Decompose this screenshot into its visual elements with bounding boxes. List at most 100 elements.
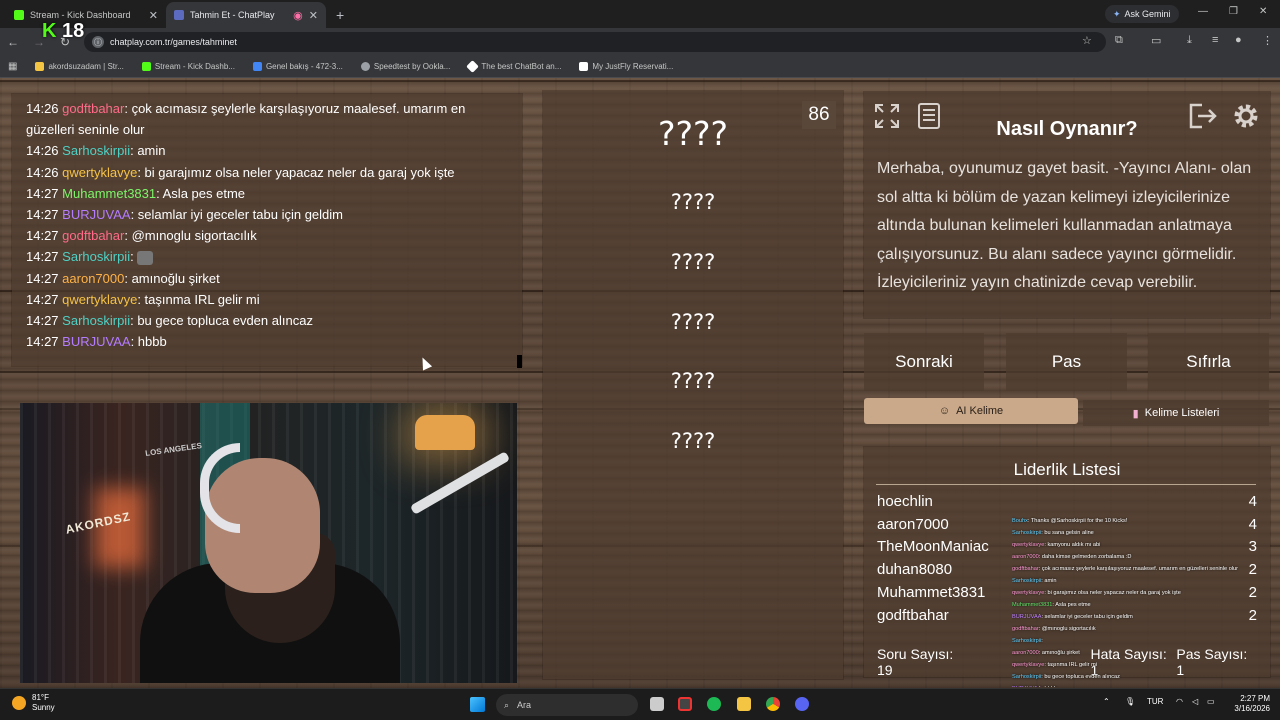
chat-scrollbar[interactable] — [517, 355, 522, 368]
weather-widget[interactable]: 81°F Sunny — [12, 693, 55, 713]
chat-username[interactable]: aaron7000 — [62, 271, 124, 286]
chat-username[interactable]: Muhammet3831 — [62, 186, 156, 201]
settings-gear-icon[interactable] — [1229, 101, 1263, 131]
chat-time: 14:27 — [26, 291, 59, 307]
bookmark-item[interactable]: My JustFly Reservati... — [579, 62, 673, 71]
tab-ai-word[interactable]: ☺ AI Kelime — [864, 398, 1078, 424]
battery-icon[interactable]: ▭ — [1207, 697, 1215, 706]
overlay-username: Sarhoskirpii — [1012, 530, 1042, 536]
search-icon: ⌕ — [504, 699, 510, 710]
logout-icon[interactable] — [1186, 101, 1220, 131]
chat-username[interactable]: BURJUVAA — [62, 207, 130, 222]
pass-button[interactable]: Pas — [1006, 333, 1127, 391]
obs-icon[interactable] — [678, 697, 692, 711]
new-tab-button[interactable]: + — [326, 2, 354, 28]
ask-gemini-label: Ask Gemini — [1124, 9, 1171, 19]
overlay-chat-line: qwertyklavye: taşınma IRL gelir mi — [1012, 659, 1242, 671]
fullscreen-icon[interactable] — [870, 101, 904, 131]
chat-message: 14:26 Sarhoskirpii: amin — [26, 140, 522, 161]
tab-word-lists[interactable]: ▮ Kelime Listeleri — [1083, 400, 1269, 426]
player-score: 3 — [1248, 538, 1257, 555]
media-icon[interactable]: ≡ — [1212, 34, 1218, 46]
chat-username[interactable]: godftbahar — [62, 101, 124, 116]
bookmark-item[interactable]: Speedtest by Ookla... — [360, 62, 450, 71]
close-icon[interactable]: ✕ — [309, 9, 318, 22]
overlay-username: Bouhx — [1012, 518, 1028, 524]
document-icon[interactable] — [912, 101, 946, 131]
file-explorer-icon[interactable] — [737, 697, 751, 711]
divider — [876, 484, 1256, 485]
bookmark-label: Stream - Kick Dashb... — [154, 62, 235, 71]
overlay-chat-line: BURJUVAA: hbbb — [1012, 683, 1242, 687]
chat-username[interactable]: godftbahar — [62, 228, 124, 243]
player-name: aaron7000 — [877, 516, 949, 533]
chat-username[interactable]: qwertyklavye — [62, 165, 137, 180]
profile-avatar[interactable]: ● — [1235, 34, 1242, 46]
chat-message: 14:27 Sarhoskirpii: — [26, 246, 522, 267]
main-word: ???? — [657, 114, 729, 153]
ask-gemini-button[interactable]: ✦ Ask Gemini — [1105, 5, 1179, 23]
overlay-chat-line: qwertyklavye: bi garajımız olsa neler ya… — [1012, 587, 1242, 599]
chat-username[interactable]: BURJUVAA — [62, 334, 130, 349]
close-window-icon[interactable]: ✕ — [1259, 6, 1267, 17]
address-bar[interactable]: ⓘ chatplay.com.tr/games/tahminet — [84, 32, 1106, 52]
clock[interactable]: 2:27 PM 3/16/2026 — [1222, 694, 1270, 714]
wifi-icon[interactable]: ◠ — [1176, 697, 1183, 706]
chat-text: : Asla pes etme — [156, 185, 246, 201]
stream-chat-overlay: Bouhx: Thanks @Sarhoskirpii for the 10 K… — [1012, 515, 1242, 687]
forbidden-word: ???? — [670, 190, 716, 214]
bookmark-item[interactable]: akordsuzadam | Str... — [35, 62, 124, 71]
player-name: duhan8080 — [877, 561, 953, 578]
chat-username[interactable]: qwertyklavye — [62, 292, 137, 307]
chat-username[interactable]: Sarhoskirpii — [62, 313, 130, 328]
overlay-chat-line: BURJUVAA: selamlar iyi geceler tabu için… — [1012, 611, 1242, 623]
menu-icon[interactable]: ⋮ — [1262, 34, 1273, 47]
robot-icon: ☺ — [938, 405, 951, 417]
overlay-username: qwertyklavye — [1012, 662, 1045, 668]
chat-username[interactable]: Sarhoskirpii — [62, 249, 130, 264]
discord-icon[interactable] — [795, 697, 809, 711]
site-info-icon[interactable]: ⓘ — [92, 36, 104, 48]
player-score: 2 — [1248, 607, 1257, 624]
chat-time: 14:26 — [26, 143, 59, 159]
tab-kick-dashboard[interactable]: Stream - Kick Dashboard ✕ — [6, 2, 166, 28]
task-view-icon[interactable] — [650, 697, 664, 711]
close-icon[interactable]: ✕ — [149, 9, 158, 22]
chrome-icon[interactable] — [766, 697, 780, 711]
bookmark-star-icon[interactable]: ☆ — [1082, 34, 1092, 47]
tab-title: Tahmin Et - ChatPlay — [190, 10, 275, 20]
microphone-icon[interactable]: 🎙 — [1125, 697, 1135, 706]
bookmark-item[interactable]: Stream - Kick Dashb... — [141, 62, 235, 71]
taskbar-search[interactable]: ⌕ Ara — [496, 694, 638, 716]
tab-chatplay[interactable]: Tahmin Et - ChatPlay ◉ ✕ — [166, 2, 326, 28]
forbidden-word: ???? — [670, 369, 716, 393]
cast-icon[interactable]: ▭ — [1151, 34, 1161, 47]
reset-button[interactable]: Sıfırla — [1148, 333, 1269, 391]
overlay-username: Sarhoskirpii — [1012, 638, 1042, 644]
overlay-chat-line: godftbahar: çok acımasız şeylerle karşıl… — [1012, 563, 1242, 575]
maximize-icon[interactable]: ❐ — [1229, 6, 1238, 17]
apps-grid-icon[interactable]: ▦ — [8, 61, 17, 72]
chevron-up-icon[interactable]: ⌃ — [1103, 697, 1110, 706]
leaderboard-title: Liderlik Listesi — [1013, 460, 1121, 479]
volume-icon[interactable]: ◁ — [1192, 697, 1198, 706]
bookmark-item[interactable]: The best ChatBot an... — [466, 60, 561, 73]
extensions-icon[interactable]: ⧉ — [1115, 34, 1123, 47]
overlay-text: : taşınma IRL gelir mi — [1044, 662, 1097, 668]
spotify-icon[interactable] — [707, 697, 721, 711]
webcam-feed: LOS ANGELES AKORDSZ — [20, 403, 517, 683]
download-icon[interactable]: ⤓ — [1187, 34, 1192, 47]
bookmarks-bar: ▦ akordsuzadam | Str... Stream - Kick Da… — [0, 56, 1280, 78]
notebook-icon: ▮ — [1132, 407, 1139, 420]
bookmark-item[interactable]: Genel bakış - 472-3... — [252, 62, 343, 71]
minimize-icon[interactable]: — — [1198, 6, 1208, 17]
chat-message: 14:27 BURJUVAA: selamlar iyi geceler tab… — [26, 204, 522, 225]
back-icon[interactable]: ← — [0, 35, 26, 49]
next-button[interactable]: Sonraki — [864, 333, 984, 391]
windows-taskbar: 81°F Sunny ⌕ Ara ⌃ 🎙 TUR ◠ ◁ ▭ 2:27 PM 3/… — [0, 688, 1280, 720]
language-indicator[interactable]: TUR — [1147, 697, 1163, 706]
windows-start-icon[interactable] — [470, 697, 485, 712]
chat-username[interactable]: Sarhoskirpii — [62, 143, 130, 158]
chat-time: 14:26 — [26, 164, 59, 180]
kick-overlay-badge: K 18 — [42, 20, 84, 43]
